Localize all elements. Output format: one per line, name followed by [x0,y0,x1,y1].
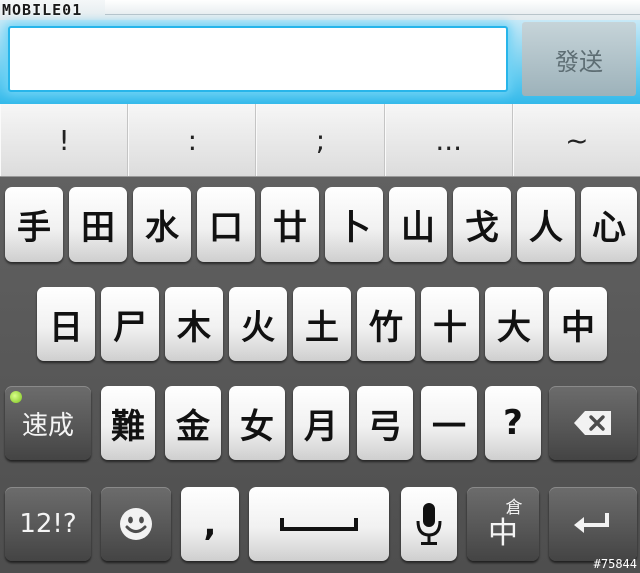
key-halberd[interactable]: 戈 [453,187,511,262]
punct-tilde[interactable]: ~ [512,104,640,176]
mode-indicator-light [10,391,22,403]
smiley-icon [120,508,152,540]
punct-colon[interactable]: : [128,104,257,176]
key-divination[interactable]: 卜 [325,187,383,262]
key-heart[interactable]: 心 [581,187,637,262]
key-ten[interactable]: 十 [421,287,479,361]
key-fire[interactable]: 火 [229,287,287,361]
key-bamboo[interactable]: 竹 [357,287,415,361]
key-field[interactable]: 田 [69,187,127,262]
key-woman[interactable]: 女 [229,386,285,460]
key-twenty[interactable]: 廿 [261,187,319,262]
quick-mode-key[interactable]: 速成 [5,386,91,460]
microphone-icon [416,503,442,545]
keyboard: 手 田 水 口 廿 卜 山 戈 人 心 日 尸 木 火 土 竹 十 大 中 速成… [0,177,640,573]
symbols-label: 12!? [19,509,77,539]
ime-bottom-label: 中 [488,515,518,551]
key-gold[interactable]: 金 [165,386,221,460]
punct-exclamation[interactable]: ! [0,104,129,176]
key-person[interactable]: 人 [517,187,575,262]
backspace-icon [574,411,611,435]
key-bow[interactable]: 弓 [357,386,413,460]
quick-mode-label: 速成 [21,410,74,441]
key-earth[interactable]: 土 [293,287,351,361]
punct-semicolon[interactable]: ; [256,104,385,176]
key-wood[interactable]: 木 [165,287,223,361]
key-sun[interactable]: 日 [37,287,95,361]
key-middle[interactable]: 中 [549,287,607,361]
send-button[interactable]: 發送 [522,22,636,96]
ime-top-label: 倉 [505,497,523,518]
message-input[interactable] [8,26,508,92]
key-water[interactable]: 水 [133,187,191,262]
input-method-labels: 倉 中 [484,497,523,551]
space-icon [280,518,358,531]
conversation-strip [105,0,640,15]
key-mouth[interactable]: 口 [197,187,255,262]
image-id-label: #75844 [593,557,637,571]
punct-ellipsis[interactable]: ... [384,104,513,176]
space-key[interactable] [249,487,389,561]
symbols-key[interactable]: 12!? [5,487,91,561]
voice-input-key[interactable] [401,487,457,561]
punctuation-suggestion-row: ! : ; ... ~ [0,104,640,177]
backspace-key[interactable] [549,386,637,460]
enter-icon [574,513,609,533]
key-difficult[interactable]: 難 [101,386,155,460]
watermark-logo: MOBILE01 [2,1,83,19]
key-corpse[interactable]: 尸 [101,287,159,361]
key-one[interactable]: 一 [421,386,477,460]
emoji-key[interactable] [101,487,171,561]
key-mountain[interactable]: 山 [389,187,447,262]
enter-key[interactable] [549,487,637,561]
comma-key[interactable]: , [181,487,239,561]
key-hand[interactable]: 手 [5,187,63,262]
key-question[interactable]: ? [485,386,541,460]
key-moon[interactable]: 月 [293,386,349,460]
input-method-key[interactable]: 倉 中 [467,487,539,561]
key-big[interactable]: 大 [485,287,543,361]
